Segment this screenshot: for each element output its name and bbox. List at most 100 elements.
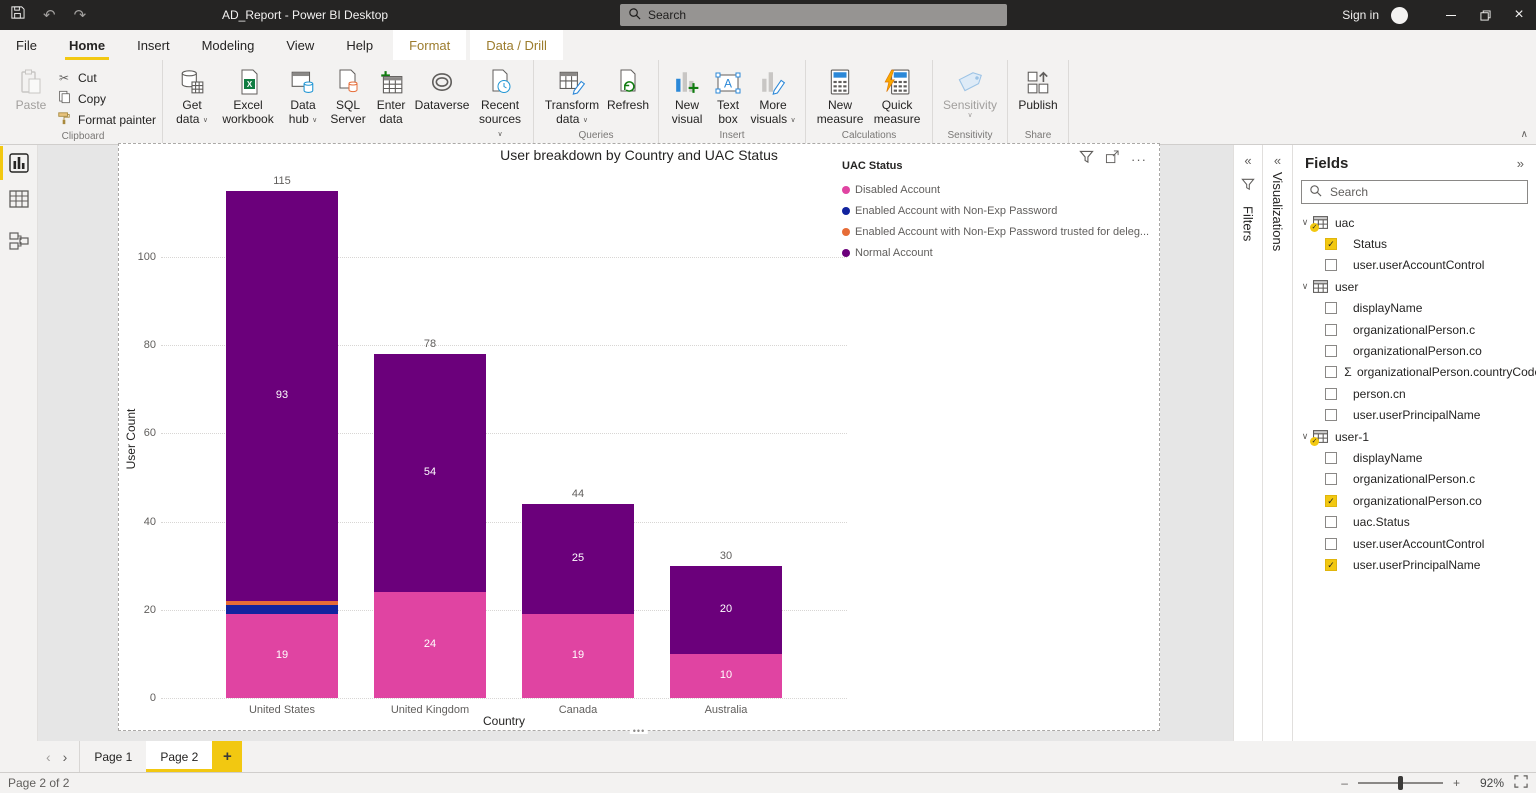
field-checkbox[interactable] bbox=[1325, 302, 1337, 314]
menu-view[interactable]: View bbox=[270, 30, 330, 60]
get-data-button[interactable]: Get data ∨ bbox=[169, 62, 215, 126]
field-checkbox[interactable]: ✓ bbox=[1325, 559, 1337, 571]
bar-segment[interactable] bbox=[226, 601, 338, 605]
field-row[interactable]: user.userPrincipalName bbox=[1293, 405, 1536, 426]
legend-item[interactable]: Normal Account bbox=[842, 242, 1158, 263]
data-view-button[interactable] bbox=[0, 181, 38, 217]
zoom-slider-handle[interactable] bbox=[1398, 776, 1403, 790]
new-measure-button[interactable]: New measure bbox=[812, 62, 868, 126]
transform-data-button[interactable]: Transform data ∨ bbox=[540, 62, 604, 126]
fields-search-box[interactable] bbox=[1301, 180, 1528, 204]
paste-button[interactable]: Paste bbox=[10, 62, 52, 112]
field-checkbox[interactable] bbox=[1325, 259, 1337, 271]
legend-item[interactable]: Enabled Account with Non-Exp Password tr… bbox=[842, 221, 1158, 242]
chevron-down-icon[interactable]: ∨ bbox=[1298, 281, 1312, 292]
field-row[interactable]: ✓Status bbox=[1293, 233, 1536, 254]
menu-file[interactable]: File bbox=[0, 30, 53, 60]
bar-chart-visual[interactable]: User breakdown by Country and UAC Status… bbox=[118, 143, 1160, 731]
cut-button[interactable]: ✂ Cut bbox=[56, 68, 156, 87]
zoom-in-button[interactable]: + bbox=[1453, 776, 1460, 790]
undo-icon[interactable]: ↶ bbox=[43, 8, 56, 23]
field-row[interactable]: displayName bbox=[1293, 447, 1536, 468]
sign-in-link[interactable]: Sign in bbox=[1342, 8, 1379, 22]
format-painter-button[interactable]: Format painter bbox=[56, 110, 156, 129]
menu-modeling[interactable]: Modeling bbox=[186, 30, 271, 60]
field-checkbox[interactable] bbox=[1325, 473, 1337, 485]
fields-search-input[interactable] bbox=[1328, 184, 1520, 200]
menu-insert[interactable]: Insert bbox=[121, 30, 186, 60]
tab-page-1[interactable]: Page 1 bbox=[80, 741, 146, 772]
field-row[interactable]: user.userAccountControl bbox=[1293, 255, 1536, 276]
zoom-out-button[interactable]: – bbox=[1341, 776, 1348, 790]
sql-server-button[interactable]: SQL Server bbox=[325, 62, 371, 126]
table-row[interactable]: ∨✓uac bbox=[1293, 212, 1536, 233]
field-checkbox[interactable] bbox=[1325, 409, 1337, 421]
menu-help[interactable]: Help bbox=[330, 30, 389, 60]
field-row[interactable]: ΣorganizationalPerson.countryCode bbox=[1293, 362, 1536, 383]
model-view-button[interactable] bbox=[0, 223, 38, 259]
menu-format[interactable]: Format bbox=[393, 30, 466, 60]
legend-item[interactable]: Disabled Account bbox=[842, 179, 1158, 200]
minimize-button[interactable] bbox=[1434, 0, 1468, 30]
field-row[interactable]: organizationalPerson.c bbox=[1293, 319, 1536, 340]
field-row[interactable]: organizationalPerson.c bbox=[1293, 469, 1536, 490]
field-checkbox[interactable] bbox=[1325, 516, 1337, 528]
redo-icon[interactable]: ↷ bbox=[74, 8, 87, 23]
menu-data-drill[interactable]: Data / Drill bbox=[470, 30, 563, 60]
collapse-ribbon-icon[interactable]: ∧ bbox=[1521, 129, 1528, 140]
field-checkbox[interactable]: ✓ bbox=[1325, 238, 1337, 250]
report-view-button[interactable] bbox=[0, 145, 38, 181]
avatar[interactable] bbox=[1391, 7, 1408, 24]
field-checkbox[interactable] bbox=[1325, 366, 1337, 378]
sensitivity-button[interactable]: Sensitivity ∨ bbox=[939, 62, 1001, 120]
field-row[interactable]: organizationalPerson.co bbox=[1293, 340, 1536, 361]
more-visuals-button[interactable]: More visuals ∨ bbox=[747, 62, 799, 126]
field-row[interactable]: uac.Status bbox=[1293, 511, 1536, 532]
field-checkbox[interactable] bbox=[1325, 538, 1337, 550]
save-icon[interactable] bbox=[10, 5, 25, 25]
bar-segment[interactable] bbox=[226, 605, 338, 614]
dataverse-button[interactable]: Dataverse bbox=[411, 62, 473, 112]
field-row[interactable]: displayName bbox=[1293, 298, 1536, 319]
field-checkbox[interactable] bbox=[1325, 452, 1337, 464]
field-checkbox[interactable] bbox=[1325, 324, 1337, 336]
field-checkbox[interactable] bbox=[1325, 345, 1337, 357]
menu-home[interactable]: Home bbox=[53, 30, 121, 60]
zoom-slider[interactable] bbox=[1358, 782, 1443, 784]
table-row[interactable]: ∨✓user-1 bbox=[1293, 426, 1536, 447]
field-row[interactable]: person.cn bbox=[1293, 383, 1536, 404]
visual-drag-grip[interactable]: ••• bbox=[630, 728, 648, 734]
global-search-box[interactable]: Search bbox=[620, 4, 1007, 26]
text-box-button[interactable]: A Text box bbox=[709, 62, 747, 126]
quick-measure-button[interactable]: Quick measure bbox=[868, 62, 926, 126]
field-row[interactable]: user.userAccountControl bbox=[1293, 533, 1536, 554]
filters-pane-collapsed[interactable]: « Filters bbox=[1233, 145, 1262, 741]
table-row[interactable]: ∨user bbox=[1293, 276, 1536, 297]
close-button[interactable]: × bbox=[1502, 0, 1536, 30]
field-row[interactable]: ✓organizationalPerson.co bbox=[1293, 490, 1536, 511]
enter-data-button[interactable]: Enter data bbox=[371, 62, 411, 126]
tab-page-2[interactable]: Page 2 bbox=[146, 741, 212, 772]
copy-button[interactable]: Copy bbox=[56, 89, 156, 108]
field-checkbox[interactable]: ✓ bbox=[1325, 495, 1337, 507]
fit-to-page-icon[interactable] bbox=[1514, 775, 1528, 791]
excel-workbook-button[interactable]: X Excel workbook bbox=[215, 62, 281, 126]
field-row[interactable]: ✓ user.userPrincipalName bbox=[1293, 554, 1536, 575]
expand-filters-icon[interactable]: « bbox=[1234, 145, 1262, 168]
restore-button[interactable] bbox=[1468, 0, 1502, 30]
field-name: user.userPrincipalName bbox=[1353, 558, 1480, 572]
next-page-arrow[interactable]: › bbox=[63, 749, 68, 765]
table-icon bbox=[1313, 280, 1329, 293]
new-page-button[interactable]: + bbox=[212, 741, 242, 772]
legend-item[interactable]: Enabled Account with Non-Exp Password bbox=[842, 200, 1158, 221]
visualizations-pane-collapsed[interactable]: « Visualizations bbox=[1262, 145, 1292, 741]
data-hub-button[interactable]: Data hub ∨ bbox=[281, 62, 325, 126]
new-visual-button[interactable]: New visual bbox=[665, 62, 709, 126]
collapse-fields-icon[interactable]: » bbox=[1517, 156, 1524, 171]
publish-button[interactable]: Publish bbox=[1014, 62, 1062, 112]
recent-sources-button[interactable]: Recent sources ∨ bbox=[473, 62, 527, 140]
prev-page-arrow[interactable]: ‹ bbox=[46, 749, 51, 765]
refresh-button[interactable]: Refresh bbox=[604, 62, 652, 112]
field-checkbox[interactable] bbox=[1325, 388, 1337, 400]
expand-visualizations-icon[interactable]: « bbox=[1263, 145, 1292, 168]
